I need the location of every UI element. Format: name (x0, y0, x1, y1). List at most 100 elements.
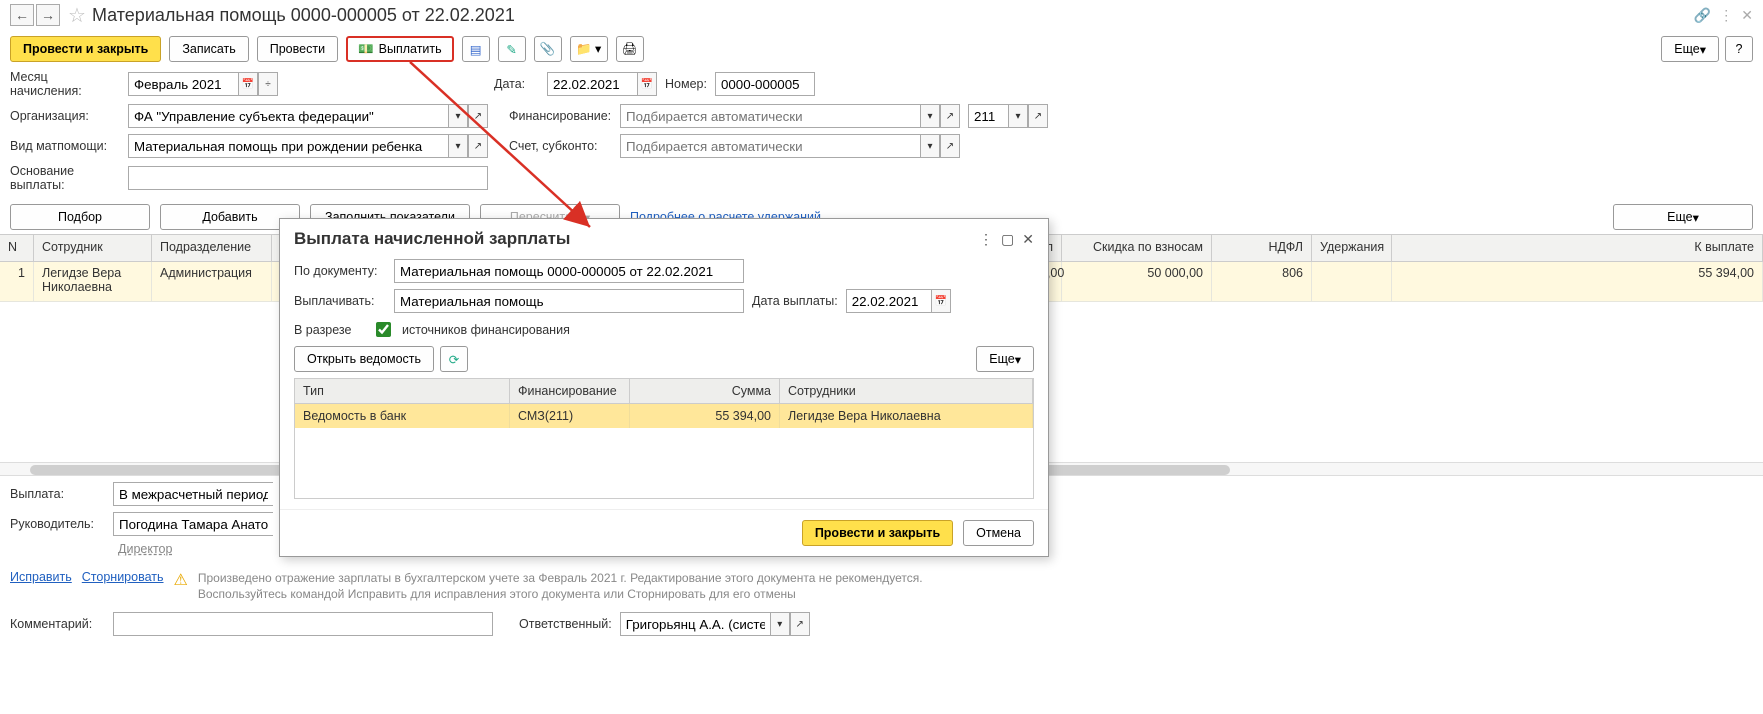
back-button[interactable]: ← (10, 4, 34, 26)
code-input[interactable] (968, 104, 1008, 128)
link-icon[interactable]: 🔗 (1694, 7, 1711, 24)
open-icon[interactable]: ↗ (468, 104, 488, 128)
org-input[interactable] (128, 104, 448, 128)
dialog-col-sum: Сумма (630, 379, 780, 403)
print-icon[interactable]: 🖨 (616, 36, 644, 62)
dialog-doc-label: По документу: (294, 264, 386, 278)
dialog-post-close-button[interactable]: Провести и закрыть (802, 520, 953, 546)
dialog-date-label: Дата выплаты: (752, 294, 838, 308)
acct-input[interactable] (620, 134, 920, 158)
calendar-icon[interactable]: 📅 (931, 289, 951, 313)
fix-link[interactable]: Исправить (10, 570, 72, 584)
open-vedomost-button[interactable]: Открыть ведомость (294, 346, 434, 372)
fin-label: Финансирование: (509, 109, 612, 123)
acct-label: Счет, субконто: (509, 139, 612, 153)
storno-link[interactable]: Сторнировать (82, 570, 164, 584)
col-department: Подразделение (152, 235, 272, 261)
col-discount: Скидка по взносам (1062, 235, 1212, 261)
dialog-title: Выплата начисленной зарплаты (294, 229, 971, 249)
dialog-col-emp: Сотрудники (780, 379, 1033, 403)
dialog-cancel-button[interactable]: Отмена (963, 520, 1034, 546)
dialog-close-icon[interactable]: ✕ (1022, 231, 1034, 248)
more-button[interactable]: Еще ▾ (1661, 36, 1719, 62)
comment-label: Комментарий: (10, 617, 105, 631)
type-label: Вид матпомощи: (10, 139, 120, 153)
open-icon[interactable]: ↗ (940, 104, 960, 128)
date-input[interactable] (547, 72, 637, 96)
dropdown-icon[interactable]: ▾ (770, 612, 790, 636)
page-title: Материальная помощь 0000-000005 от 22.02… (92, 5, 515, 26)
dropdown-icon[interactable]: ▾ (448, 104, 468, 128)
dialog-breakdown-label: В разрезе (294, 323, 364, 337)
select-button[interactable]: Подбор (10, 204, 150, 230)
pay-button[interactable]: 💵 Выплатить (346, 36, 454, 62)
dialog-table: Тип Финансирование Сумма Сотрудники Ведо… (294, 378, 1034, 499)
month-label: Месяц начисления: (10, 70, 120, 98)
main-toolbar: Провести и закрыть Записать Провести 💵 В… (0, 30, 1763, 68)
number-label: Номер: (665, 77, 707, 91)
comment-input[interactable] (113, 612, 493, 636)
col-employee: Сотрудник (34, 235, 152, 261)
open-icon[interactable]: ↗ (790, 612, 810, 636)
money-icon: 💵 (358, 42, 374, 57)
dropdown-icon[interactable]: ▾ (920, 104, 940, 128)
dialog-breakdown-checkbox[interactable] (376, 322, 391, 337)
dialog-breakdown-text: источников финансирования (402, 323, 570, 337)
fin-input[interactable] (620, 104, 920, 128)
dropdown-icon[interactable]: ▾ (1008, 104, 1028, 128)
help-button[interactable]: ? (1725, 36, 1753, 62)
type-input[interactable] (128, 134, 448, 158)
table-more-button[interactable]: Еще ▾ (1613, 204, 1753, 230)
save-button[interactable]: Записать (169, 36, 248, 62)
dialog-doc-input[interactable] (394, 259, 744, 283)
dropdown-icon[interactable]: ▾ (920, 134, 940, 158)
folder-icon[interactable]: 📁 ▾ (570, 36, 608, 62)
titlebar: ← → ☆ Материальная помощь 0000-000005 от… (0, 0, 1763, 30)
edit-icon[interactable]: ✎ (498, 36, 526, 62)
close-icon[interactable]: ✕ (1741, 7, 1753, 24)
post-and-close-button[interactable]: Провести и закрыть (10, 36, 161, 62)
favorite-icon[interactable]: ☆ (68, 3, 86, 28)
dialog-col-fin: Финансирование (510, 379, 630, 403)
dialog-pay-label: Выплачивать: (294, 294, 386, 308)
open-icon[interactable]: ↗ (940, 134, 960, 158)
dialog-maximize-icon[interactable]: ▢ (1001, 231, 1014, 248)
dialog-pay-input[interactable] (394, 289, 744, 313)
col-payout: К выплате (1392, 235, 1763, 261)
dropdown-icon[interactable]: ▾ (448, 134, 468, 158)
month-input[interactable] (128, 72, 238, 96)
resp-label: Ответственный: (519, 617, 612, 631)
attach-icon[interactable]: 📎 (534, 36, 562, 62)
payout-input[interactable] (113, 482, 273, 506)
open-icon[interactable]: ↗ (1028, 104, 1048, 128)
warning-icon: ⚠ (174, 570, 188, 590)
forward-button[interactable]: → (36, 4, 60, 26)
director-link[interactable]: Директор (118, 542, 172, 556)
manager-input[interactable] (113, 512, 273, 536)
resp-input[interactable] (620, 612, 770, 636)
col-n: N (0, 235, 34, 261)
options-icon[interactable]: ⋮ (1719, 7, 1733, 24)
number-input[interactable] (715, 72, 815, 96)
org-label: Организация: (10, 109, 120, 123)
report-icon[interactable]: ▤ (462, 36, 490, 62)
dialog-more-button[interactable]: Еще ▾ (976, 346, 1034, 372)
calendar-icon[interactable]: 📅 (238, 72, 258, 96)
col-ndfl: НДФЛ (1212, 235, 1312, 261)
dialog-date-input[interactable] (846, 289, 931, 313)
stepper-icon[interactable]: ÷ (258, 72, 278, 96)
warning-text: Произведено отражение зарплаты в бухгалт… (198, 570, 998, 602)
col-deductions: Удержания (1312, 235, 1392, 261)
payout-label: Выплата: (10, 487, 105, 501)
dialog-col-type: Тип (295, 379, 510, 403)
date-label: Дата: (494, 77, 539, 91)
payout-dialog: Выплата начисленной зарплаты ⋮ ▢ ✕ По до… (279, 218, 1049, 557)
post-button[interactable]: Провести (257, 36, 338, 62)
basis-input[interactable] (128, 166, 488, 190)
calendar-icon[interactable]: 📅 (637, 72, 657, 96)
refresh-icon[interactable]: ⟳ (440, 346, 468, 372)
manager-label: Руководитель: (10, 517, 105, 531)
open-icon[interactable]: ↗ (468, 134, 488, 158)
dialog-table-row[interactable]: Ведомость в банк СМЗ(211) 55 394,00 Леги… (295, 404, 1033, 428)
dialog-menu-icon[interactable]: ⋮ (979, 231, 993, 248)
